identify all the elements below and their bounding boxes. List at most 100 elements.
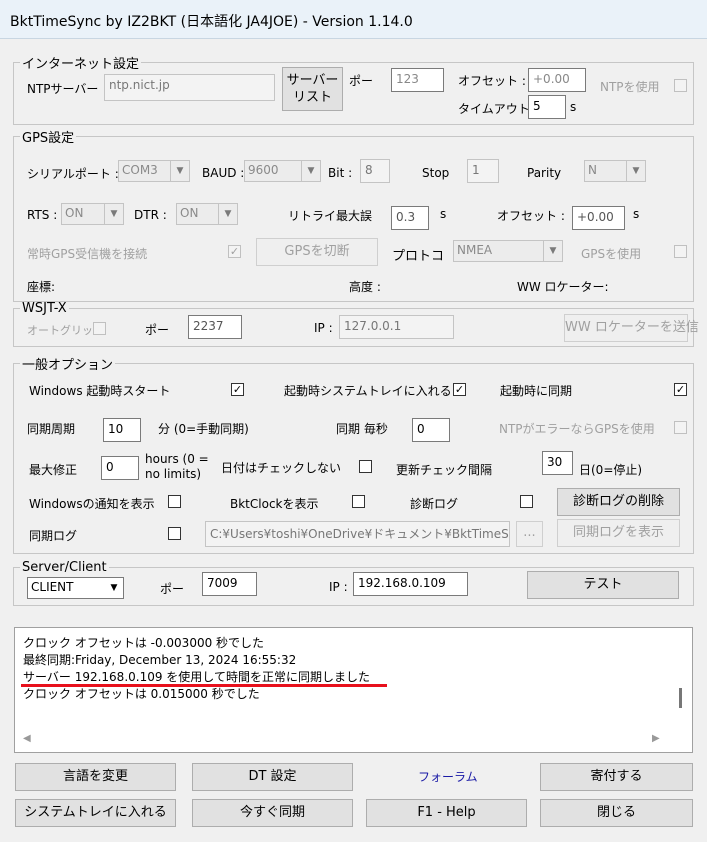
send-locator-button[interactable]: WW ロケーターを送信 — [564, 314, 699, 342]
wsjtx-port-input[interactable]: 2237 — [188, 315, 242, 339]
server-list-line2: リスト — [292, 90, 332, 105]
gps-settings-legend: GPS設定 — [22, 131, 75, 146]
diag-log-label: 診断ログ — [410, 497, 459, 511]
sync-log-checkbox[interactable] — [168, 527, 181, 540]
log-line: 最終同期:Friday, December 13, 2024 16:55:32 — [23, 653, 297, 667]
max-fix-unit: hours (0 = no limits) — [145, 452, 209, 482]
wsjtx-port-label: ポー — [145, 323, 170, 337]
coords-label: 座標: — [27, 280, 56, 294]
retry-max-label: リトライ最大誤 — [288, 209, 373, 223]
to-tray-button[interactable]: システムトレイに入れる — [15, 799, 176, 827]
help-button[interactable]: F1 - Help — [366, 799, 527, 827]
ww-locator-label: WW ロケーター: — [517, 280, 609, 294]
change-language-button[interactable]: 言語を変更 — [15, 763, 176, 791]
serial-port-select[interactable]: COM3 ▼ — [118, 160, 190, 182]
sync-log-label: 同期ログ — [29, 529, 78, 543]
test-button[interactable]: テスト — [527, 571, 679, 599]
chevron-down-icon: ▼ — [626, 161, 645, 181]
use-ntp-label: NTPを使用 — [600, 80, 660, 94]
donate-button[interactable]: 寄付する — [540, 763, 693, 791]
server-client-legend: Server/Client — [22, 560, 107, 575]
chevron-down-icon: ▼ — [110, 583, 118, 593]
chevron-down-icon: ▼ — [543, 241, 562, 261]
serial-port-value: COM3 — [122, 163, 158, 177]
ntp-server-input[interactable]: ntp.nict.jp — [104, 74, 275, 101]
title-bar: BktTimeSync by IZ2BKT (日本語化 JA4JOE) - Ve… — [0, 0, 707, 39]
bit-input[interactable]: 8 — [360, 159, 390, 183]
sc-ip-label: IP : — [329, 580, 348, 594]
tray-startup-checkbox[interactable]: ✓ — [453, 383, 466, 396]
chevron-down-icon: ▼ — [301, 161, 320, 181]
chevron-down-icon: ▼ — [218, 204, 237, 224]
protocol-value: NMEA — [457, 243, 493, 257]
gps-disconnect-button[interactable]: GPSを切断 — [256, 238, 378, 266]
dtr-select[interactable]: ON ▼ — [176, 203, 238, 225]
wsjtx-ip-label: IP : — [314, 321, 333, 335]
dtr-value: ON — [180, 206, 199, 220]
sync-now-button[interactable]: 今すぐ同期 — [192, 799, 353, 827]
bit-label: Bit : — [328, 166, 353, 180]
retry-max-input[interactable]: 0.3 — [391, 206, 429, 230]
windows-notify-label: Windowsの通知を表示 — [29, 497, 155, 511]
protocol-select[interactable]: NMEA ▼ — [453, 240, 563, 262]
sc-port-input[interactable]: 7009 — [202, 572, 257, 596]
ntp-port-label: ポー — [349, 74, 374, 88]
ntp-timeout-input[interactable]: 5 — [528, 95, 566, 119]
sync-period-label: 同期周期 — [27, 422, 76, 436]
ntp-offset-input[interactable]: +0.00 — [528, 68, 586, 92]
mode-select[interactable]: CLIENT ▼ — [27, 577, 124, 599]
sc-port-label: ポー — [160, 582, 185, 596]
sc-ip-input[interactable]: 192.168.0.109 — [353, 572, 468, 596]
stop-input[interactable]: 1 — [467, 159, 499, 183]
baud-select[interactable]: 9600 ▼ — [244, 160, 321, 182]
rts-select[interactable]: ON ▼ — [61, 203, 124, 225]
protocol-label: プロトコ — [392, 249, 445, 264]
bktclock-checkbox[interactable] — [352, 495, 365, 508]
windows-notify-checkbox[interactable] — [168, 495, 181, 508]
ntp-port-input[interactable]: 123 — [391, 68, 444, 92]
parity-select[interactable]: N ▼ — [584, 160, 646, 182]
update-interval-input[interactable]: 30 — [542, 451, 573, 475]
scroll-left-icon[interactable]: ◀ — [23, 733, 31, 744]
ntp-server-label: NTPサーバー — [27, 82, 99, 96]
log-line: クロック オフセットは -0.003000 秒でした — [23, 636, 265, 650]
sync-log-path-input[interactable]: C:¥Users¥toshi¥OneDrive¥ドキュメント¥BktTimeSy… — [205, 521, 510, 547]
show-sync-log-button[interactable]: 同期ログを表示 — [557, 519, 680, 547]
close-button[interactable]: 閉じる — [540, 799, 693, 827]
browse-button[interactable]: ... — [516, 521, 543, 547]
tray-startup-label: 起動時システムトレイに入れる — [284, 384, 452, 398]
sync-startup-checkbox[interactable]: ✓ — [674, 383, 687, 396]
baud-label: BAUD : — [202, 166, 245, 180]
use-ntp-checkbox[interactable] — [674, 79, 687, 92]
use-gps-checkbox[interactable] — [674, 245, 687, 258]
windows-startup-label: Windows 起動時スタート — [29, 384, 171, 398]
ntp-error-gps-checkbox[interactable] — [674, 421, 687, 434]
max-fix-input[interactable]: 0 — [101, 456, 139, 480]
gps-offset-unit: s — [633, 207, 640, 221]
chevron-down-icon: ▼ — [104, 204, 123, 224]
scroll-right-icon[interactable]: ▶ — [652, 733, 660, 744]
gps-offset-input[interactable]: +0.00 — [572, 206, 625, 230]
auto-grid-checkbox[interactable] — [93, 322, 106, 335]
window-title: BktTimeSync by IZ2BKT (日本語化 JA4JOE) - Ve… — [10, 14, 413, 30]
server-list-button[interactable]: サーバー リスト — [282, 67, 343, 111]
no-date-check-checkbox[interactable] — [359, 460, 372, 473]
max-fix-unit-line2: no limits) — [145, 467, 202, 481]
forum-link[interactable]: フォーラム — [418, 768, 478, 785]
update-interval-label: 更新チェック間隔 — [396, 463, 493, 477]
always-connect-gps-checkbox[interactable]: ✓ — [228, 245, 241, 258]
windows-startup-checkbox[interactable]: ✓ — [231, 383, 244, 396]
ntp-offset-label: オフセット : — [458, 74, 526, 88]
sync-every-label: 同期 毎秒 — [336, 422, 388, 436]
diag-log-checkbox[interactable] — [520, 495, 533, 508]
gps-offset-label: オフセット : — [497, 209, 565, 223]
sync-period-input[interactable]: 10 — [103, 418, 141, 442]
sync-every-input[interactable]: 0 — [412, 418, 450, 442]
wsjtx-ip-input[interactable]: 127.0.0.1 — [339, 315, 454, 339]
delete-diag-log-button[interactable]: 診断ログの削除 — [557, 488, 680, 516]
dt-settings-button[interactable]: DT 設定 — [192, 763, 353, 791]
log-panel[interactable]: クロック オフセットは -0.003000 秒でした 最終同期:Friday, … — [14, 627, 693, 753]
vertical-scrollbar-thumb[interactable] — [679, 688, 682, 708]
parity-label: Parity — [527, 166, 562, 180]
altitude-label: 高度 : — [349, 280, 381, 294]
